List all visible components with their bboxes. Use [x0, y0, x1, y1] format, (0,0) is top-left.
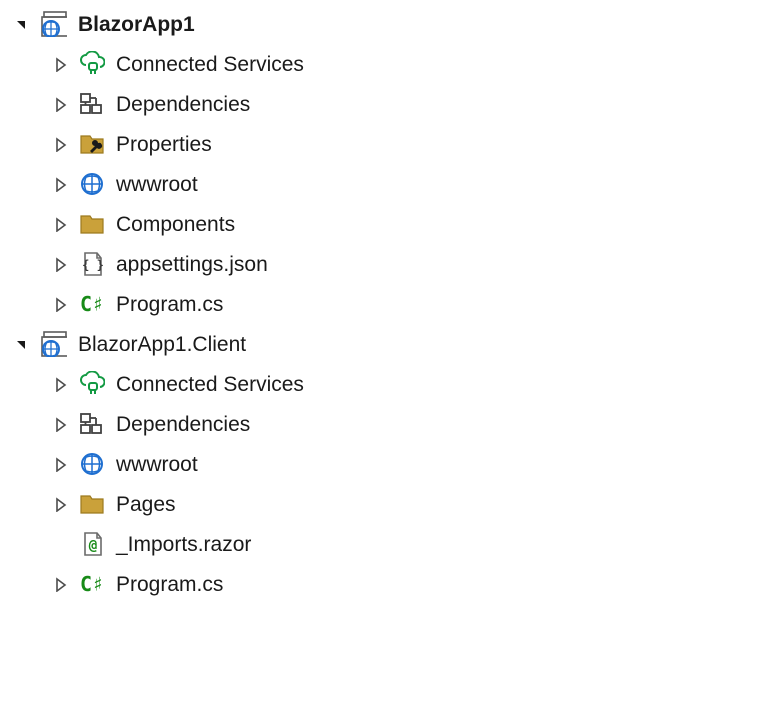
expander-closed-icon[interactable]: [48, 52, 72, 76]
treeitem-label: appsettings.json: [116, 254, 268, 275]
treeitem-imports-razor[interactable]: _Imports.razor: [0, 524, 780, 564]
treeitem-dependencies-2[interactable]: Dependencies: [0, 404, 780, 444]
cloud-plug-icon: [78, 370, 106, 398]
expander-closed-icon[interactable]: [48, 372, 72, 396]
blazor-project-icon: [40, 10, 68, 38]
treeitem-label: Components: [116, 214, 235, 235]
folder-icon: [78, 210, 106, 238]
folder-icon: [78, 490, 106, 518]
expander-closed-icon[interactable]: [48, 212, 72, 236]
treeitem-label: _Imports.razor: [116, 534, 251, 555]
cloud-plug-icon: [78, 50, 106, 78]
treeitem-wwwroot-2[interactable]: wwwroot: [0, 444, 780, 484]
expander-closed-icon[interactable]: [48, 412, 72, 436]
treeitem-label: wwwroot: [116, 174, 198, 195]
treeitem-label: wwwroot: [116, 454, 198, 475]
treeitem-label: BlazorApp1.Client: [78, 334, 246, 355]
treeitem-label: Properties: [116, 134, 212, 155]
razor-file-icon: [78, 530, 106, 558]
treeitem-label: Pages: [116, 494, 176, 515]
globe-icon: [78, 450, 106, 478]
treeitem-label: Connected Services: [116, 54, 304, 75]
csharp-icon: [78, 570, 106, 598]
treeitem-connected-services-1[interactable]: Connected Services: [0, 44, 780, 84]
treeitem-program-cs-1[interactable]: Program.cs: [0, 284, 780, 324]
treeitem-pages-2[interactable]: Pages: [0, 484, 780, 524]
treeitem-label: BlazorApp1: [78, 14, 195, 35]
treeitem-label: Connected Services: [116, 374, 304, 395]
treeitem-label: Program.cs: [116, 574, 223, 595]
treeitem-label: Dependencies: [116, 94, 250, 115]
treeitem-dependencies-1[interactable]: Dependencies: [0, 84, 780, 124]
expander-closed-icon[interactable]: [48, 572, 72, 596]
dependencies-icon: [78, 90, 106, 118]
treeitem-label: Dependencies: [116, 414, 250, 435]
treeitem-properties-1[interactable]: Properties: [0, 124, 780, 164]
dependencies-icon: [78, 410, 106, 438]
treeitem-wwwroot-1[interactable]: wwwroot: [0, 164, 780, 204]
treeitem-program-cs-2[interactable]: Program.cs: [0, 564, 780, 604]
csharp-icon: [78, 290, 106, 318]
treeitem-project-blazorapp1[interactable]: BlazorApp1: [0, 4, 780, 44]
expander-closed-icon[interactable]: [48, 252, 72, 276]
globe-icon: [78, 170, 106, 198]
expander-closed-icon[interactable]: [48, 172, 72, 196]
treeitem-connected-services-2[interactable]: Connected Services: [0, 364, 780, 404]
treeitem-label: Program.cs: [116, 294, 223, 315]
folder-wrench-icon: [78, 130, 106, 158]
json-file-icon: [78, 250, 106, 278]
treeitem-project-blazorapp1-client[interactable]: BlazorApp1.Client: [0, 324, 780, 364]
treeitem-appsettings-json[interactable]: appsettings.json: [0, 244, 780, 284]
expander-closed-icon[interactable]: [48, 132, 72, 156]
treeitem-components-1[interactable]: Components: [0, 204, 780, 244]
expander-open-icon[interactable]: [10, 332, 34, 356]
expander-closed-icon[interactable]: [48, 292, 72, 316]
expander-open-icon[interactable]: [10, 12, 34, 36]
expander-closed-icon[interactable]: [48, 452, 72, 476]
expander-closed-icon[interactable]: [48, 92, 72, 116]
solution-explorer-tree: BlazorApp1 Connected Services Dependencies…: [0, 4, 780, 604]
expander-closed-icon[interactable]: [48, 492, 72, 516]
blazor-project-icon: [40, 330, 68, 358]
